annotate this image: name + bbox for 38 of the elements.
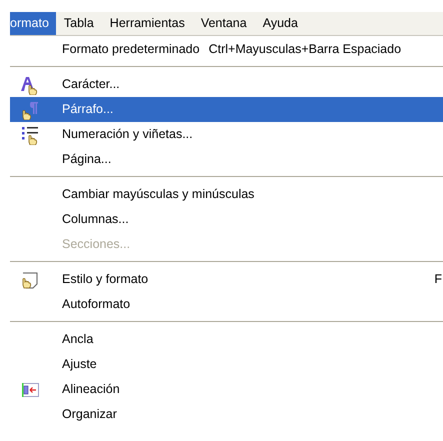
menu-item-label: Página... (62, 151, 112, 168)
menu-item[interactable]: Columnas... (10, 207, 443, 232)
menu-item[interactable]: Página... (10, 147, 443, 172)
menu-item-label: Carácter... (62, 76, 120, 94)
menu-item[interactable]: Carácter... (10, 72, 443, 97)
shortcut-text: Ctrl+Mayusculas+Barra Espaciado (208, 41, 402, 58)
menu-bar-item[interactable]: Ventana (194, 12, 253, 35)
menu-item-label: Organizar (62, 406, 117, 424)
menu-item[interactable]: Ajuste (10, 352, 443, 377)
menu-item-label: Ajuste (62, 356, 97, 374)
menu-item-label: Alineación (62, 381, 120, 398)
menu-item-label: Columnas... (62, 211, 129, 228)
menu-item-label: Secciones... (62, 236, 130, 254)
menu-bar-item[interactable]: Herramientas (104, 12, 191, 35)
menu-item[interactable]: Estilo y formato F (10, 267, 443, 292)
page-hand-icon (20, 270, 40, 290)
shortcut-text: F (434, 271, 443, 288)
pilcrow-hand-icon (20, 100, 40, 120)
menu-item[interactable]: Párrafo... (10, 97, 443, 122)
menu-item[interactable]: Autoformato (10, 292, 443, 317)
menu-item[interactable]: Alineación (10, 377, 443, 402)
menu-bar-item[interactable]: Tabla (58, 12, 100, 35)
letter-hand-icon (20, 74, 40, 94)
menu-item[interactable]: Formato predeterminado Ctrl+Mayusculas+Barra Espaciado (10, 37, 443, 62)
menu-bar-item[interactable]: ormato (10, 12, 56, 35)
menu-item[interactable]: Ancla (10, 327, 443, 352)
menu-item[interactable]: Organizar (10, 402, 443, 427)
menu-bar-item[interactable]: Ayuda (256, 12, 304, 35)
menu-item[interactable]: Numeración y viñetas... (10, 122, 443, 147)
menu-item-label: Ancla (62, 331, 94, 348)
menu-item[interactable]: Cambiar mayúsculas y minúsculas (10, 182, 443, 207)
menu-item-label: Cambiar mayúsculas y minúsculas (62, 186, 254, 204)
menu-item-label: Autoformato (62, 296, 130, 314)
menu-item-label: Numeración y viñetas... (62, 126, 193, 144)
menu-item-label: Párrafo... (62, 101, 114, 118)
menu-item-label: Estilo y formato (62, 271, 148, 288)
menu-item-label: Formato predeterminado (62, 41, 200, 58)
list-hand-icon (20, 124, 40, 144)
